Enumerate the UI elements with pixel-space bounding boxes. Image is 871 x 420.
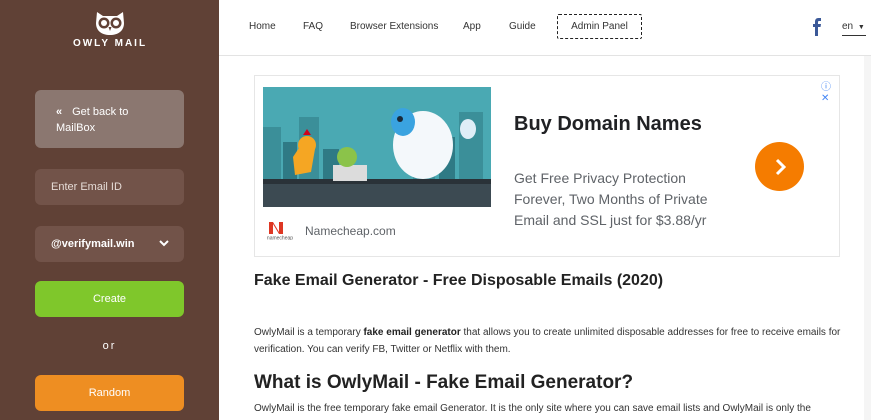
namecheap-logo-text: namecheap <box>267 236 293 241</box>
facebook-icon[interactable] <box>811 18 823 36</box>
ad-body-text: Get Free Privacy Protection Forever, Two… <box>514 170 708 228</box>
back-label-line1: Get back to <box>72 106 129 118</box>
intro-text-before: OwlyMail is a temporary <box>254 327 364 338</box>
back-label-line2: MailBox <box>56 122 96 134</box>
scrollbar[interactable] <box>864 56 871 420</box>
nav-guide[interactable]: Guide <box>509 21 536 32</box>
or-divider-label: or <box>102 340 117 352</box>
section-heading: What is OwlyMail - Fake Email Generator? <box>254 372 634 393</box>
namecheap-logo: namecheap <box>263 220 297 245</box>
language-select[interactable]: en ▼ <box>842 21 866 36</box>
admin-panel-button[interactable]: Admin Panel <box>557 14 642 39</box>
sidebar: OWLY MAIL « Get back to MailBox @verifyma… <box>0 0 219 420</box>
section-paragraph: OwlyMail is the free temporary fake emai… <box>254 403 811 414</box>
nav-home[interactable]: Home <box>249 21 276 32</box>
ad-choices-icons[interactable]: ⓘ ✕ <box>821 78 839 104</box>
intro-text-bold: fake email generator <box>363 327 461 338</box>
ad-headline[interactable]: Buy Domain Names <box>514 113 702 136</box>
chevron-down-icon <box>159 240 169 247</box>
double-chevron-left-icon: « <box>56 106 63 118</box>
info-icon: ⓘ <box>821 82 831 93</box>
owl-icon <box>96 12 124 35</box>
ad-illustration <box>263 87 491 207</box>
page-title: Fake Email Generator - Free Disposable E… <box>254 272 664 289</box>
language-value: en <box>842 21 854 32</box>
nav-faq[interactable]: FAQ <box>303 21 323 32</box>
ad-site-link[interactable]: Namecheap.com <box>305 224 396 238</box>
caret-down-icon: ▼ <box>857 24 865 31</box>
advertisement-banner[interactable]: Buy Domain Names Get Free Privacy Protec… <box>254 75 840 257</box>
create-button[interactable]: Create <box>35 281 184 317</box>
logo[interactable]: OWLY MAIL <box>70 10 150 49</box>
domain-selected-value: @verifymail.win <box>51 238 135 250</box>
random-button[interactable]: Random <box>35 375 184 411</box>
nav-app[interactable]: App <box>463 21 481 32</box>
email-id-input[interactable] <box>35 169 184 205</box>
back-to-mailbox-button[interactable]: « Get back to MailBox <box>35 90 184 148</box>
logo-text: OWLY MAIL <box>72 38 148 49</box>
ad-arrow-button[interactable] <box>755 142 804 191</box>
close-icon: ✕ <box>821 93 830 104</box>
top-navbar: Home FAQ Browser Extensions App Guide Ad… <box>219 0 871 56</box>
nav-browser-extensions[interactable]: Browser Extensions <box>350 21 438 32</box>
intro-paragraph: OwlyMail is a temporary fake email gener… <box>254 324 844 358</box>
chevron-right-icon <box>775 158 786 175</box>
domain-select[interactable]: @verifymail.win <box>35 226 184 262</box>
